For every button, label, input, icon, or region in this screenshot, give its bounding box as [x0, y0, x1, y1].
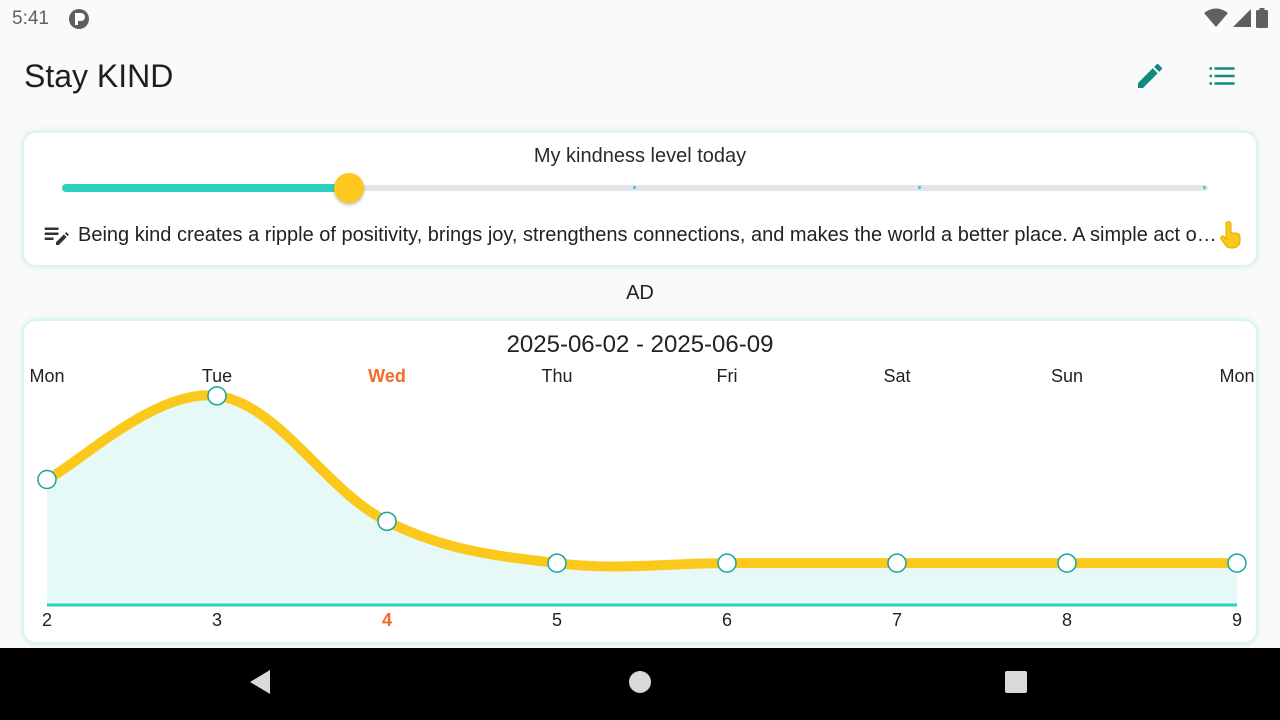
chart-weekday-label: Sat [883, 366, 910, 386]
navigation-bar [0, 648, 1280, 720]
slider-tick [918, 186, 921, 189]
kindness-note-text: Being kind creates a ripple of positivit… [78, 223, 1218, 246]
list-button[interactable] [1198, 54, 1246, 102]
chart-point [37, 469, 57, 490]
slider-fill [62, 184, 349, 192]
status-time: 5:41 [12, 8, 49, 29]
chart-day-label: 9 [1232, 610, 1242, 630]
chart-weekday-label: Mon [1219, 366, 1254, 386]
chart-weekday-label: Fri [717, 366, 738, 386]
chart-area-fill [47, 395, 1237, 605]
home-circle-icon [628, 670, 652, 699]
chart-day-label: 5 [552, 610, 562, 630]
chart-point [1227, 553, 1247, 573]
app-notification-icon [68, 8, 90, 30]
chart-day-label: 8 [1062, 610, 1072, 630]
app-title: Stay KIND [24, 58, 174, 94]
chart-point [1057, 553, 1077, 573]
recents-button[interactable] [998, 666, 1034, 702]
signal-icon [1232, 8, 1252, 33]
kindness-chart: Mon 2 Tue 3 Wed 4 Thu 5 Fri 6 Sat 7 Sun 8 Mon 9 [29, 366, 1254, 630]
kindness-note[interactable]: Being kind creates a ripple of positivit… [40, 219, 1244, 251]
home-button[interactable] [622, 666, 658, 702]
wifi-icon [1204, 8, 1228, 33]
chart-weekday-label: Mon [29, 366, 64, 386]
chart-point [717, 553, 737, 573]
chart-weekday-label: Wed [368, 366, 406, 386]
status-bar: 5:41 [0, 0, 1280, 36]
kindness-card: My kindness level today Being kind creat… [22, 131, 1258, 267]
chart-weekday-label: Sun [1051, 366, 1083, 386]
slider-tick [633, 186, 636, 189]
back-button[interactable] [242, 666, 278, 702]
chart-day-label: 2 [42, 610, 52, 630]
recents-square-icon [1004, 670, 1028, 699]
chart-day-label: 3 [212, 610, 222, 630]
chart-day-label: 4 [382, 610, 392, 630]
pencil-icon [1134, 60, 1166, 97]
slider-tick [1203, 186, 1206, 189]
weekly-chart-card: 2025-06-02 - 2025-06-09 Mon 2 Tue 3 Wed 4 Thu 5… [22, 319, 1258, 644]
edit-note-icon [40, 219, 72, 251]
battery-icon [1256, 8, 1268, 33]
chart-point [207, 386, 227, 406]
edit-button[interactable] [1126, 54, 1174, 102]
chart-point [377, 511, 397, 532]
chart-day-label: 6 [722, 610, 732, 630]
tap-hand-icon[interactable] [1218, 220, 1244, 250]
back-triangle-icon [248, 669, 272, 700]
kindness-slider[interactable] [62, 173, 1208, 203]
list-icon [1207, 61, 1237, 96]
ad-label: AD [626, 282, 654, 304]
app-bar: Stay KIND [0, 48, 1280, 108]
kindness-title: My kindness level today [533, 145, 747, 167]
chart-weekday-label: Thu [541, 366, 572, 386]
chart-day-label: 7 [892, 610, 902, 630]
chart-weekday-label: Tue [202, 366, 232, 386]
status-indicators [1204, 8, 1268, 33]
chart-point [887, 553, 907, 573]
slider-thumb[interactable] [333, 173, 364, 203]
chart-point [547, 553, 567, 573]
